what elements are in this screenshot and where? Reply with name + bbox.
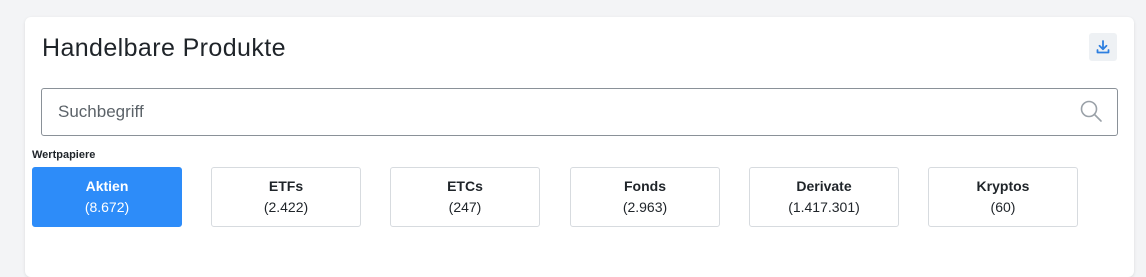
tab-label: ETCs — [447, 178, 483, 194]
tab-aktien[interactable]: Aktien (8.672) — [32, 167, 182, 227]
product-tabs: Aktien (8.672) ETFs (2.422) ETCs (247) F… — [32, 167, 1082, 227]
tab-label: Aktien — [85, 178, 129, 194]
tab-count: (247) — [448, 199, 482, 215]
tab-label: ETFs — [268, 178, 304, 194]
tab-count: (1.417.301) — [788, 199, 860, 215]
tab-count: (8.672) — [84, 199, 130, 215]
tab-kryptos[interactable]: Kryptos (60) — [928, 167, 1078, 227]
search-box — [41, 88, 1118, 136]
tab-label: Kryptos — [976, 178, 1030, 194]
section-label: Wertpapiere — [32, 149, 96, 161]
tab-count: (2.422) — [263, 199, 309, 215]
tab-label: Derivate — [796, 178, 852, 194]
search-icon[interactable] — [1079, 99, 1103, 123]
tab-fonds[interactable]: Fonds (2.963) — [570, 167, 720, 227]
download-button[interactable] — [1089, 33, 1117, 61]
download-icon — [1096, 40, 1110, 54]
tab-etfs[interactable]: ETFs (2.422) — [211, 167, 361, 227]
tab-derivate[interactable]: Derivate (1.417.301) — [749, 167, 899, 227]
products-card: Handelbare Produkte — [25, 17, 1134, 277]
page-title: Handelbare Produkte — [42, 34, 286, 62]
tab-label: Fonds — [624, 178, 666, 194]
search-input[interactable] — [58, 89, 1058, 135]
tab-count: (2.963) — [622, 199, 668, 215]
tab-count: (60) — [990, 199, 1016, 215]
tab-etcs[interactable]: ETCs (247) — [390, 167, 540, 227]
